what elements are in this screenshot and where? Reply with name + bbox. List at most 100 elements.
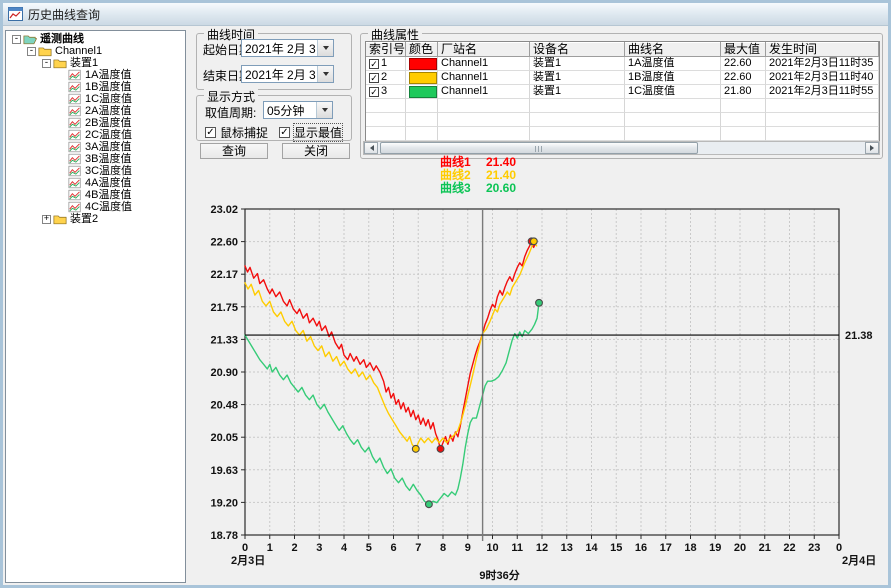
collapse-icon[interactable]: - [12,34,21,44]
tree-item-2A温度值[interactable]: 2A温度值 [6,105,185,117]
tree-item-2C温度值[interactable]: 2C温度值 [6,129,185,141]
table-cell: 22.60 [721,57,766,71]
x-axis-tick-label: 16 [635,542,647,554]
tree-item-2B温度值[interactable]: 2B温度值 [6,117,185,129]
table-header-cell[interactable]: 索引号 [366,42,406,57]
table-cell [530,113,625,127]
chart-icon [68,81,81,93]
tree-item-4C温度值[interactable]: 4C温度值 [6,201,185,213]
x-axis-tick-label: 21 [759,542,771,554]
tree-item-1A温度值[interactable]: 1A温度值 [6,69,185,81]
x-axis-tick-label: 12 [536,542,548,554]
table-header-cell[interactable]: 厂站名 [438,42,530,57]
chevron-down-icon [321,108,328,115]
table-cell: 2021年2月3日11时40 [766,71,879,85]
table-cell [721,99,766,113]
folder-icon [38,47,52,57]
start-date-dropdown-button[interactable] [317,40,333,56]
table-row[interactable]: 3 Channel1装置11C温度值21.802021年2月3日11时55 [366,85,879,99]
expand-icon[interactable]: + [42,214,51,224]
table-row[interactable] [366,113,879,127]
table-cell [406,127,438,141]
chart-icon [68,189,81,201]
tree-item-3C温度值[interactable]: 3C温度值 [6,165,185,177]
row-checkbox[interactable] [369,58,379,69]
y-axis-tick-label: 19.63 [210,465,238,477]
y-axis-tick-label: 20.05 [210,432,238,444]
tree-item-Channel1[interactable]: - Channel1 [6,45,185,57]
sample-period-dropdown-button[interactable] [316,102,332,118]
folder-open-icon [23,35,37,45]
table-row[interactable] [366,127,879,141]
color-swatch [409,85,437,98]
table-cell: 22.60 [721,71,766,85]
table-row[interactable]: 2 Channel1装置11B温度值22.602021年2月3日11时40 [366,71,879,85]
window: 历史曲线查询 ✕ -遥测曲线-Channel1-装置11A温度值1B温度值1C温… [0,0,891,588]
table-header-cell[interactable]: 曲线名 [625,42,721,57]
table-cell: 1 [366,57,406,71]
tree-item-3B温度值[interactable]: 3B温度值 [6,153,185,165]
x-axis-tick-label: 10 [486,542,498,554]
show-extremes-label: 显示最值 [292,123,344,142]
mouse-snap-label: 鼠标捕捉 [220,126,269,140]
extreme-marker [424,500,433,509]
tree-item-4B温度值[interactable]: 4B温度值 [6,189,185,201]
trend-chart[interactable]: 23.02 22.60 22.17 21.75 21.33 20.90 20.48 20.05… [190,150,890,586]
x-axis-tick-label: 1 [267,542,273,554]
x-axis-date-start: 2月3日 [231,554,265,567]
extreme-marker [436,444,445,453]
group-display-mode-title: 显示方式 [204,88,259,105]
chart-icon [68,141,81,153]
table-header-cell[interactable]: 颜色 [406,42,438,57]
table-cell: 1B温度值 [625,71,721,85]
sample-period-value: 05分钟 [267,103,305,118]
show-extremes-checkbox[interactable]: 显示最值 [279,123,344,142]
collapse-icon[interactable]: - [27,46,36,56]
table-cell [406,99,438,113]
table-cell [406,71,438,85]
tree-item-1C温度值[interactable]: 1C温度值 [6,93,185,105]
x-axis-tick-label: 0 [836,542,842,554]
start-date-combo[interactable]: 2021年 2月 3 [241,39,334,57]
row-checkbox[interactable] [369,72,379,83]
tree-item-label: 4C温度值 [85,201,133,213]
mouse-snap-checkbox[interactable]: 鼠标捕捉 [205,124,268,141]
table-header-cell[interactable]: 发生时间 [766,42,879,57]
x-axis-tick-label: 5 [366,542,372,554]
tree-item-4A温度值[interactable]: 4A温度值 [6,177,185,189]
table-cell [366,113,406,127]
tree-item-装置1[interactable]: - 装置1 [6,57,185,69]
color-swatch [409,57,437,70]
telemetry-tree-panel[interactable]: - 遥测曲线 - Channel1- 装置1 1A温度值 1B温度值 1C温度值 2A温度值 2B… [5,30,186,583]
tree-item-遥测曲线[interactable]: - 遥测曲线 [6,33,185,45]
table-header-cell[interactable]: 最大值 [721,42,766,57]
end-date-combo[interactable]: 2021年 2月 3 [241,65,334,83]
tree-item-1B温度值[interactable]: 1B温度值 [6,81,185,93]
table-row[interactable]: 1 Channel1装置11A温度值22.602021年2月3日11时35 [366,57,879,71]
tree-item-label: 遥测曲线 [40,33,84,45]
extreme-marker [411,444,420,453]
collapse-icon[interactable]: - [42,58,51,68]
tree-item-label: 装置2 [70,213,99,225]
cursor-value-label: 21.38 [845,330,873,342]
group-display-mode: 显示方式 取值周期: 05分钟 鼠标捕捉 显示最值 [196,88,352,142]
chart-icon [68,105,81,117]
table-header-cell[interactable]: 设备名 [530,42,625,57]
tree-item-装置2[interactable]: + 装置2 [6,213,185,225]
row-checkbox[interactable] [369,86,379,97]
tree-item-3A温度值[interactable]: 3A温度值 [6,141,185,153]
table-row[interactable] [366,99,879,113]
x-axis-tick-label: 11 [511,542,523,554]
extreme-marker [535,298,543,307]
x-axis-tick-label: 20 [734,542,746,554]
y-axis-tick-label: 21.33 [210,334,238,346]
table-cell [406,85,438,99]
sample-period-combo[interactable]: 05分钟 [263,101,333,119]
x-axis-tick-label: 18 [684,542,696,554]
table-cell [530,127,625,141]
curve-table[interactable]: 索引号颜色厂站名设备名曲线名最大值发生时间1Channel1装置11A温度值22… [365,41,880,142]
table-cell [625,99,721,113]
end-date-dropdown-button[interactable] [317,66,333,82]
tree-item-label: Channel1 [55,45,103,57]
tree-item-label: 2C温度值 [85,129,133,141]
